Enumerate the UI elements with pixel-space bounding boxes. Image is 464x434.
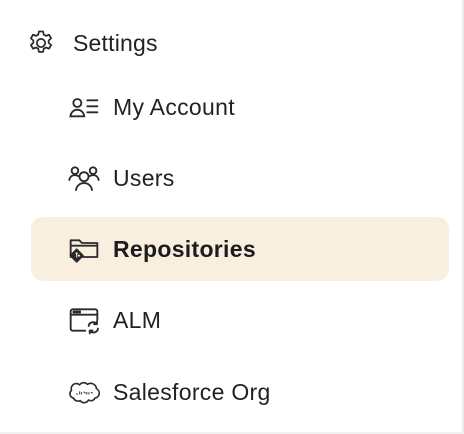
- nav-item-label: Users: [113, 164, 175, 191]
- repository-icon: [68, 233, 100, 265]
- salesforce-cloud-icon: [68, 376, 100, 408]
- account-list-icon: [68, 91, 100, 123]
- settings-title: Settings: [73, 29, 158, 56]
- nav-item-alm[interactable]: ALM: [31, 288, 449, 352]
- nav-item-my-account[interactable]: My Account: [31, 75, 449, 139]
- gear-icon: [26, 28, 56, 58]
- nav-item-label: Salesforce Org: [113, 378, 271, 405]
- settings-header: Settings: [26, 25, 158, 61]
- nav-item-label: My Account: [113, 93, 235, 120]
- nav-item-label: ALM: [113, 306, 162, 333]
- nav-item-repositories[interactable]: Repositories: [31, 217, 449, 281]
- nav-item-users[interactable]: Users: [31, 146, 449, 210]
- alm-window-sync-icon: [68, 304, 100, 336]
- nav-item-salesforce-org[interactable]: Salesforce Org: [31, 360, 449, 424]
- nav-item-label: Repositories: [113, 235, 256, 262]
- users-icon: [68, 162, 100, 194]
